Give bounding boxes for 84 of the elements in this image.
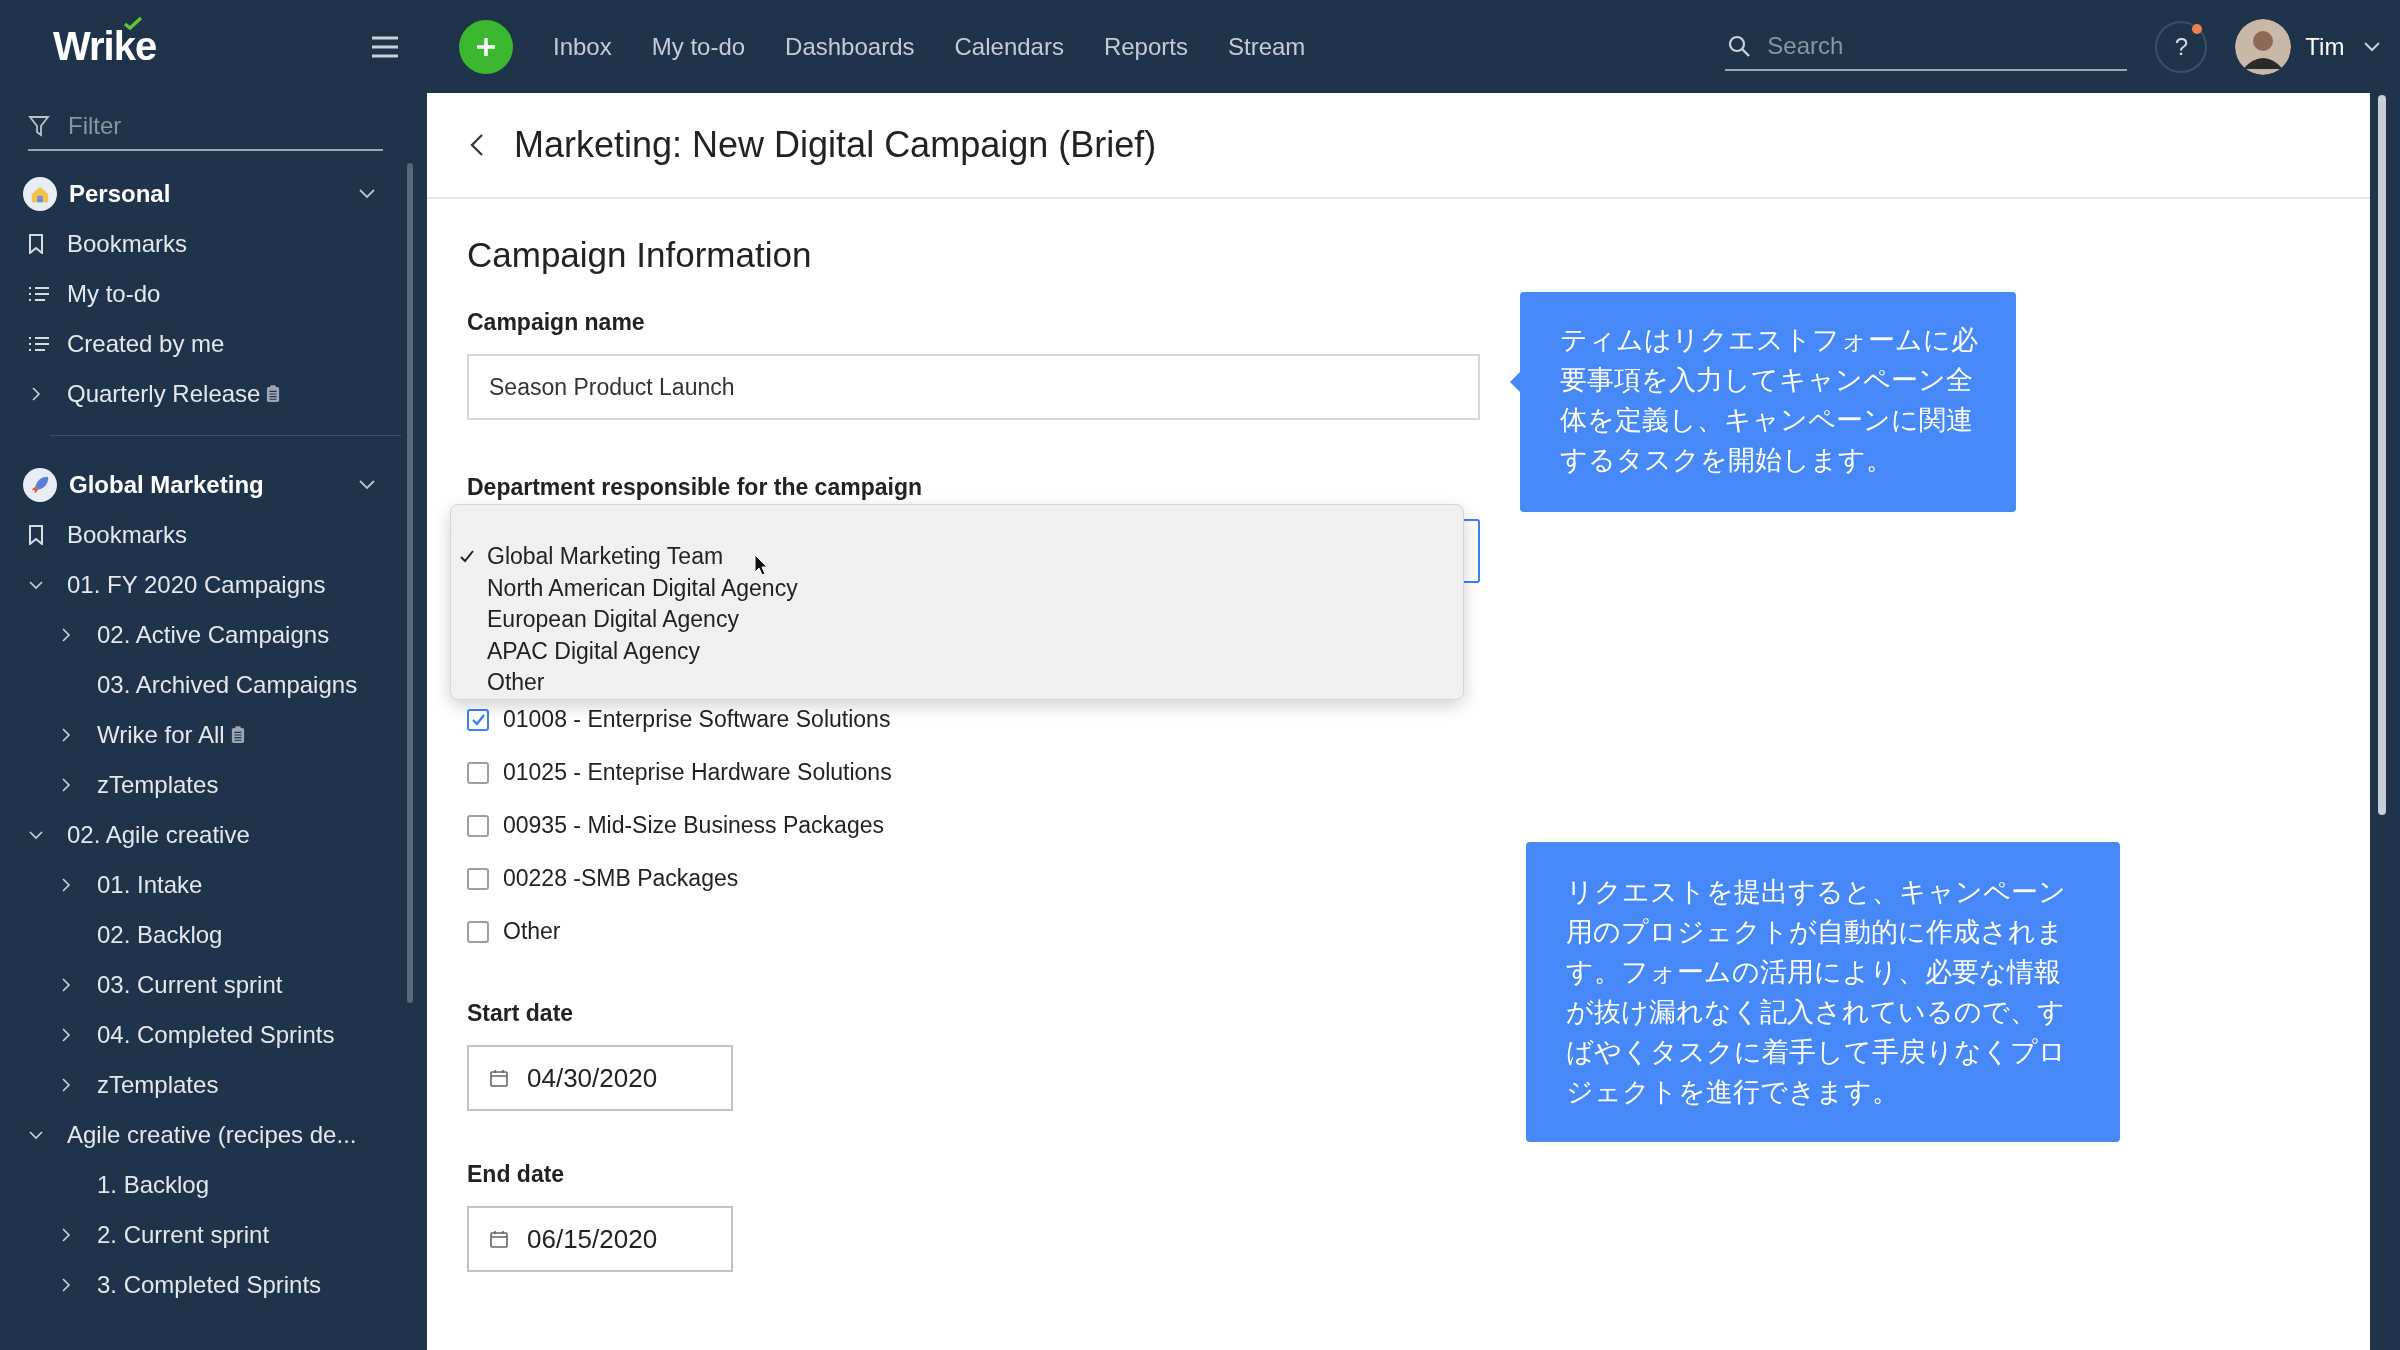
cursor-icon	[754, 554, 768, 576]
check-icon	[123, 16, 143, 30]
nav-link[interactable]: Inbox	[553, 32, 612, 61]
menu-option[interactable]: North American Digital Agency	[451, 572, 798, 604]
filter-icon	[28, 115, 50, 137]
help-button[interactable]: ?	[2155, 20, 2208, 73]
chevron-icon[interactable]	[359, 480, 375, 490]
chevron-icon[interactable]	[359, 189, 375, 199]
sidebar-item[interactable]: 04. Completed Sprints	[97, 1021, 335, 1049]
text-field[interactable]: Season Product Launch	[467, 354, 1480, 420]
space-name[interactable]: Personal	[69, 180, 359, 208]
search-field[interactable]: Search	[1725, 22, 2128, 71]
sidebar-item[interactable]: 03. Current sprint	[97, 971, 283, 999]
page-title: Marketing: New Digital Campaign (Brief)	[514, 124, 1157, 166]
sidebar-item[interactable]: zTemplates	[97, 771, 219, 799]
add-button[interactable]	[459, 19, 513, 74]
checkbox[interactable]	[467, 867, 489, 890]
sidebar-item[interactable]: 01. FY 2020 Campaigns	[67, 571, 326, 599]
menu-option[interactable]: Other	[451, 667, 545, 699]
sidebar-item[interactable]: 1. Backlog	[97, 1171, 210, 1199]
nav-link[interactable]: Calendars	[954, 32, 1064, 61]
checkbox-label[interactable]: Other	[503, 918, 561, 945]
search-icon	[1727, 33, 1752, 58]
sidebar-item[interactable]: 02. Backlog	[97, 921, 223, 949]
sidebar-item[interactable]: 2. Current sprint	[97, 1221, 270, 1249]
menu-option[interactable]: Global Marketing Team	[451, 541, 724, 573]
filter-input[interactable]: Filter	[66, 111, 370, 141]
nav-link[interactable]: My to-do	[651, 32, 746, 61]
checkbox-label[interactable]: 00935 - Mid-Size Business Packages	[503, 812, 884, 839]
field-label: End date	[467, 1161, 566, 1188]
sidebar-item[interactable]: 03. Archived Campaigns	[97, 671, 358, 699]
nav-link[interactable]: Stream	[1227, 32, 1306, 61]
checkbox-label[interactable]: 00228 -SMB Packages	[503, 865, 739, 892]
checkbox[interactable]	[467, 920, 489, 943]
field-label: Campaign name	[467, 309, 646, 336]
scrollbar[interactable]	[2378, 95, 2386, 815]
avatar[interactable]	[2235, 18, 2292, 75]
sidebar-item[interactable]: 01. Intake	[97, 871, 203, 899]
sidebar-item[interactable]: Created by me	[67, 330, 225, 358]
search-input[interactable]: Search	[1765, 30, 2070, 61]
list-icon	[28, 336, 50, 352]
menu-option[interactable]: APAC Digital Agency	[451, 635, 701, 667]
sidebar-item[interactable]: zTemplates	[97, 1071, 219, 1099]
back-icon[interactable]	[470, 133, 484, 157]
calendar-icon	[489, 1229, 509, 1249]
checkbox[interactable]	[467, 761, 489, 784]
menu-option[interactable]: European Digital Agency	[451, 604, 739, 636]
sidebar-item[interactable]: Agile creative (recipes de...	[67, 1121, 357, 1149]
logo[interactable]: Wrike	[53, 24, 157, 68]
sidebar-item[interactable]: My to-do	[67, 280, 161, 308]
checkbox[interactable]	[467, 814, 489, 837]
field-label: Department responsible for the campaign	[467, 474, 923, 501]
menu-icon[interactable]	[371, 35, 399, 58]
sidebar-item[interactable]: Bookmarks	[67, 521, 188, 549]
nav-link[interactable]: Reports	[1103, 32, 1188, 61]
nav-link[interactable]: Dashboards	[785, 32, 915, 61]
bookmark-icon	[28, 525, 44, 545]
callout: ティムはリクエストフォームに必要事項を入力してキャンペーン全体を定義し、キャンペーンに関連するタスクを開始します。	[1520, 292, 2016, 512]
checkbox-label[interactable]: 01025 - Enteprise Hardware Solutions	[503, 759, 892, 786]
filter-field[interactable]: Filter	[28, 103, 383, 151]
callout-pointer	[1510, 372, 1520, 392]
date-field[interactable]: 06/15/2020	[467, 1206, 733, 1272]
sidebar-item[interactable]: Bookmarks	[67, 230, 188, 258]
sidebar-item[interactable]: Wrike for All	[97, 721, 225, 749]
callout: リクエストを提出すると、キャンペーン用のプロジェクトが自動的に作成されます。フォームの活用により、必要な情報が抜け漏れなく記入されているので、すばやくタスクに着手して手戻りなくプロジェクトを進行できます。	[1526, 842, 2120, 1142]
checkbox[interactable]	[467, 708, 489, 731]
sidebar-item[interactable]: 02. Agile creative	[67, 821, 250, 849]
check-icon	[471, 713, 485, 726]
space-name[interactable]: Global Marketing	[69, 471, 359, 499]
user-name[interactable]: Tim	[2305, 32, 2345, 61]
sidebar-item[interactable]: 02. Active Campaigns	[97, 621, 330, 649]
bookmark-icon	[28, 234, 44, 254]
chevron-down-icon[interactable]	[2364, 41, 2381, 52]
field-label: Start date	[467, 1000, 575, 1027]
scrollbar[interactable]	[407, 163, 413, 1003]
calendar-icon	[489, 1068, 509, 1088]
list-icon	[28, 286, 50, 302]
date-field[interactable]: 04/30/2020	[467, 1045, 733, 1111]
space-avatar-icon	[23, 177, 57, 211]
checkbox-label[interactable]: 01008 - Enterprise Software Solutions	[503, 706, 891, 733]
sidebar-item[interactable]: 3. Completed Sprints	[97, 1271, 322, 1299]
sidebar-item[interactable]: Quarterly Release	[67, 380, 261, 408]
section-heading: Campaign Information	[467, 235, 813, 275]
space-avatar-icon	[23, 468, 57, 502]
